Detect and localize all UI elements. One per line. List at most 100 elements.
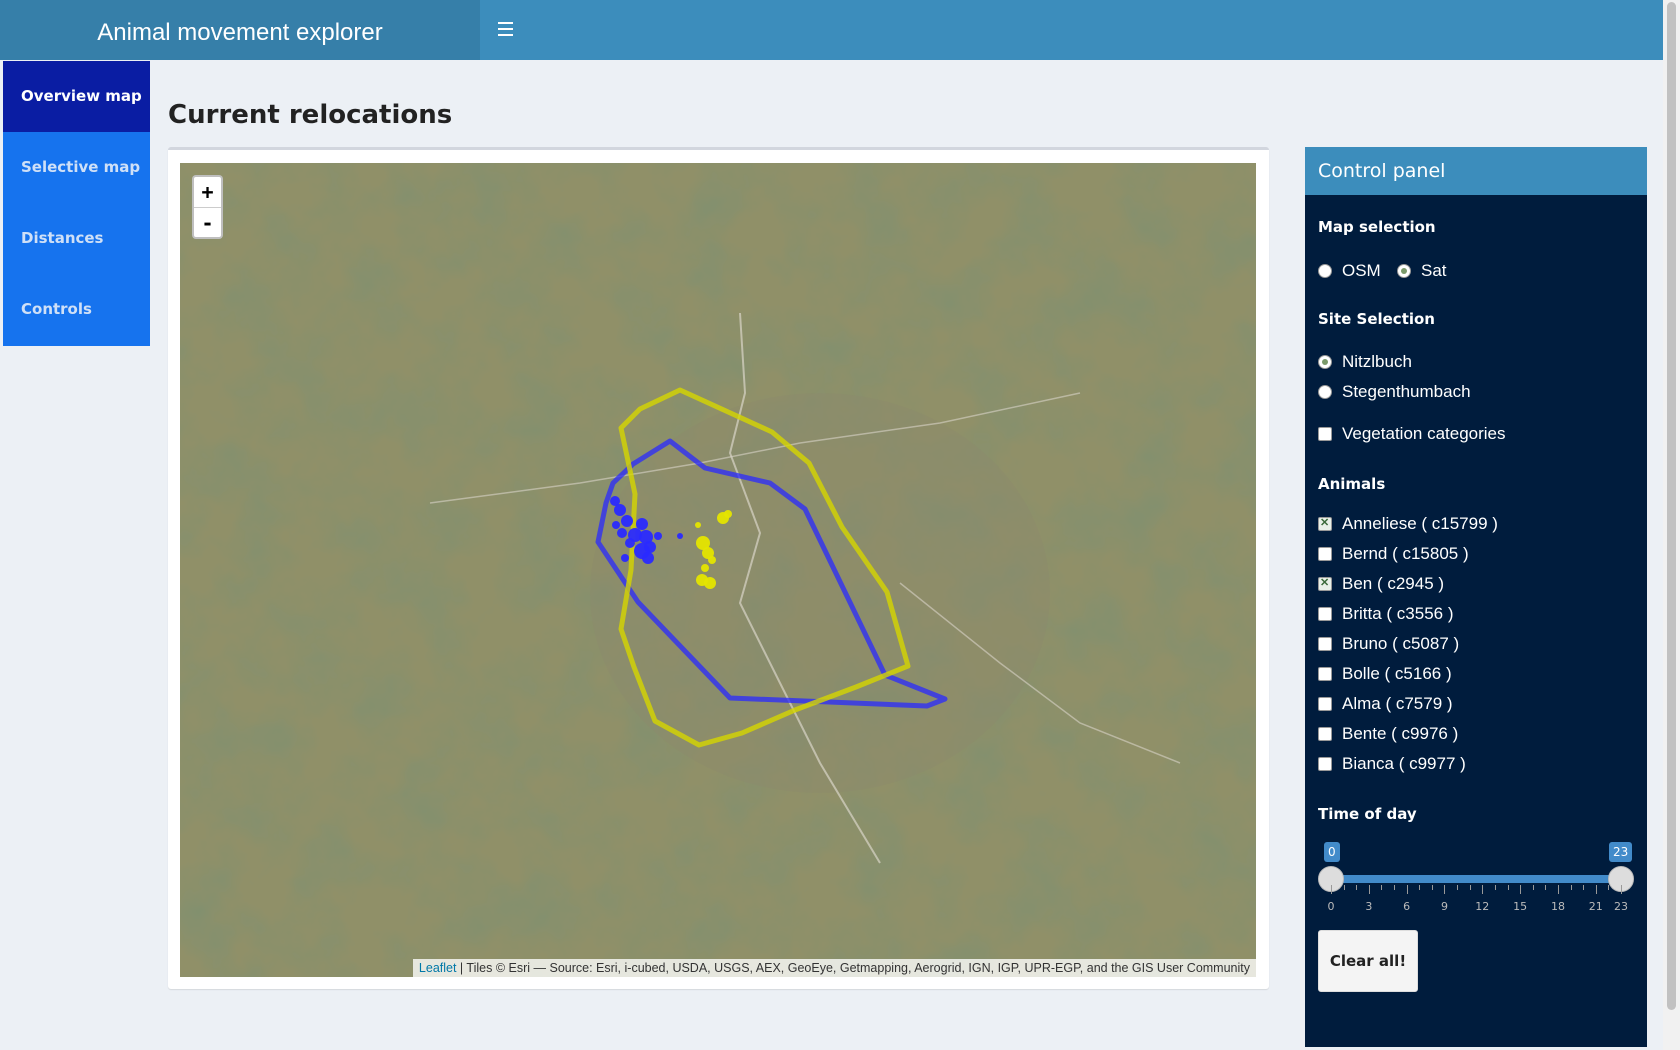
slider-tick [1406, 885, 1408, 894]
zoom-control: + - [192, 175, 223, 239]
checkbox-animal-box[interactable] [1318, 516, 1332, 531]
radio-osm[interactable]: OSM [1318, 260, 1381, 282]
slider-tick [1381, 885, 1383, 890]
checkbox-animal[interactable]: Bernd ( c15805 ) [1318, 543, 1469, 565]
slider-tick [1482, 885, 1484, 894]
slider-tick-label: 15 [1513, 900, 1528, 913]
control-panel-title: Control panel [1305, 147, 1647, 195]
satellite-map[interactable]: + - Leaflet | Tiles © Esri — Source: Esr… [180, 163, 1256, 977]
slider-tick-label: 3 [1365, 900, 1373, 913]
sidebar-item-controls[interactable]: Controls [3, 274, 150, 345]
relocation-point[interactable] [701, 564, 709, 572]
checkbox-animal[interactable]: Anneliese ( c15799 ) [1318, 513, 1498, 535]
checkbox-animal-box[interactable] [1318, 757, 1332, 771]
slider-tick [1469, 885, 1471, 890]
sidebar-item-overview-map[interactable]: Overview map [3, 61, 150, 132]
checkbox-animal-label: Bianca ( c9977 ) [1342, 754, 1466, 773]
map-selection-label: Map selection [1318, 218, 1436, 236]
relocation-point[interactable] [695, 522, 701, 528]
radio-sat[interactable]: Sat [1397, 260, 1447, 282]
checkbox-animal[interactable]: Bolle ( c5166 ) [1318, 663, 1452, 685]
checkbox-vegetation[interactable]: Vegetation categories [1318, 423, 1506, 445]
relocation-point[interactable] [636, 518, 648, 530]
checkbox-animal[interactable]: Bruno ( c5087 ) [1318, 633, 1459, 655]
radio-osm-label: OSM [1342, 261, 1381, 280]
relocation-point[interactable] [642, 552, 654, 564]
slider-tick [1331, 885, 1332, 894]
sidebar-item-selective-map[interactable]: Selective map [3, 132, 150, 203]
page-scrollbar[interactable] [1663, 0, 1680, 1050]
clear-all-button[interactable]: Clear all! [1318, 930, 1418, 992]
map-clearing [590, 393, 1050, 793]
slider-tick [1532, 885, 1534, 890]
relocation-point[interactable] [625, 538, 635, 548]
slider-track[interactable] [1330, 875, 1622, 883]
slider-tick [1368, 885, 1370, 894]
leaflet-link[interactable]: Leaflet [419, 961, 457, 975]
slider-tick [1570, 885, 1572, 890]
relocation-point[interactable] [614, 504, 626, 516]
slider-tick [1394, 885, 1396, 890]
control-panel: Control panel Map selection OSM Sat Site… [1305, 147, 1647, 1047]
map-canvas [180, 163, 1256, 977]
checkbox-animal-label: Bernd ( c15805 ) [1342, 544, 1469, 563]
checkbox-animal-box[interactable] [1318, 667, 1332, 681]
checkbox-animal-label: Bolle ( c5166 ) [1342, 664, 1452, 683]
checkbox-animal-label: Bente ( c9976 ) [1342, 724, 1459, 743]
relocation-point[interactable] [612, 521, 620, 529]
relocation-point[interactable] [677, 533, 683, 539]
slider-tick [1621, 885, 1622, 894]
checkbox-animal-label: Ben ( c2945 ) [1342, 574, 1445, 593]
relocation-point[interactable] [708, 556, 716, 564]
animals-label: Animals [1318, 475, 1386, 493]
checkbox-animal[interactable]: Alma ( c7579 ) [1318, 693, 1453, 715]
zoom-in-button[interactable]: + [194, 177, 221, 207]
relocation-point[interactable] [621, 515, 633, 527]
relocation-point[interactable] [644, 541, 656, 553]
radio-stegenthumbach[interactable]: Stegenthumbach [1318, 381, 1471, 403]
zoom-out-button[interactable]: - [194, 207, 221, 237]
relocation-point[interactable] [621, 554, 629, 562]
checkbox-vegetation-label: Vegetation categories [1342, 424, 1506, 443]
radio-osm-indicator[interactable] [1318, 264, 1332, 278]
checkbox-animal-box[interactable] [1318, 547, 1332, 561]
radio-sat-indicator[interactable] [1397, 264, 1411, 278]
checkbox-vegetation-box[interactable] [1318, 427, 1332, 441]
sidebar-item-distances[interactable]: Distances [3, 203, 150, 274]
checkbox-animal-box[interactable] [1318, 576, 1332, 591]
page-title: Current relocations [168, 100, 453, 130]
checkbox-animal-box[interactable] [1318, 727, 1332, 741]
checkbox-animal-label: Anneliese ( c15799 ) [1342, 514, 1498, 533]
checkbox-animal-box[interactable] [1318, 607, 1332, 621]
slider-tick [1431, 885, 1433, 890]
hamburger-menu-icon[interactable] [492, 18, 518, 44]
radio-sat-label: Sat [1421, 261, 1447, 280]
header-bar: Animal movement explorer [0, 0, 1663, 60]
slider-to-value: 23 [1609, 842, 1633, 862]
radio-stegenthumbach-indicator[interactable] [1318, 385, 1332, 399]
slider-tick [1507, 885, 1509, 890]
radio-nitzlbuch-indicator[interactable] [1318, 355, 1332, 369]
app-frame: Animal movement explorer Overview map Se… [0, 0, 1663, 1050]
slider-tick-label: 12 [1475, 900, 1490, 913]
checkbox-animal-box[interactable] [1318, 637, 1332, 651]
checkbox-animal[interactable]: Bianca ( c9977 ) [1318, 753, 1466, 775]
checkbox-animal-label: Bruno ( c5087 ) [1342, 634, 1460, 653]
slider-tick-label: 6 [1403, 900, 1411, 913]
time-of-day-slider[interactable]: 0 23 0 3 6 9 12 15 18 21 23 [1318, 842, 1634, 942]
checkbox-animal[interactable]: Ben ( c2945 ) [1318, 573, 1444, 595]
radio-nitzlbuch-label: Nitzlbuch [1342, 352, 1412, 371]
map-attribution: Leaflet | Tiles © Esri — Source: Esri, i… [412, 959, 1256, 977]
relocation-point[interactable] [704, 577, 716, 589]
relocation-point[interactable] [654, 532, 662, 540]
slider-tick-label: 18 [1550, 900, 1565, 913]
radio-nitzlbuch[interactable]: Nitzlbuch [1318, 351, 1412, 373]
relocation-point[interactable] [617, 528, 627, 538]
slider-tick [1520, 885, 1522, 894]
checkbox-animal-box[interactable] [1318, 697, 1332, 711]
radio-stegenthumbach-label: Stegenthumbach [1342, 382, 1471, 401]
page-scrollbar-thumb[interactable] [1667, 2, 1676, 1010]
checkbox-animal[interactable]: Bente ( c9976 ) [1318, 723, 1458, 745]
checkbox-animal[interactable]: Britta ( c3556 ) [1318, 603, 1454, 625]
relocation-point[interactable] [724, 510, 732, 518]
